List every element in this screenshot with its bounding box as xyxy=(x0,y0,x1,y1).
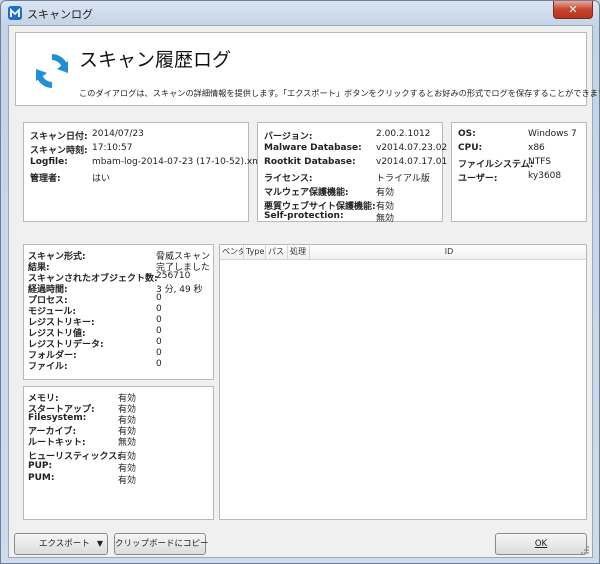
refresh-arrows-icon xyxy=(36,54,68,88)
malwarebytes-logo-icon xyxy=(8,6,22,20)
elapsed-time-value: 3 分, 49 秒 xyxy=(156,285,203,295)
objects-scanned-value: 256710 xyxy=(156,271,191,281)
admin-label: 管理者: xyxy=(30,174,61,184)
page-title: スキャン履歴ログ xyxy=(79,49,232,71)
rootkit-label: ルートキット: xyxy=(28,438,86,448)
cpu-value: x86 xyxy=(528,143,545,153)
export-button-label: エクスポート xyxy=(39,539,90,549)
scan-info-panel: スキャン日付: 2014/07/23 スキャン時刻: 17:10:57 Logf… xyxy=(23,122,263,222)
registry-keys-value: 0 xyxy=(156,315,162,325)
admin-value: はい xyxy=(92,174,111,184)
copy-to-clipboard-button[interactable]: クリップボードにコピー xyxy=(114,533,209,555)
column-vendor[interactable]: ベンダー xyxy=(220,245,244,260)
rootkit-value: 無効 xyxy=(118,438,137,448)
pup-label: PUP: xyxy=(28,461,53,471)
scan-options-panel: メモリ: 有効 スタートアップ: 有効 Filesystem: 有効 アーカイブ… xyxy=(23,386,214,520)
ok-button-label: OK xyxy=(534,539,548,549)
scan-time-value: 17:10:57 xyxy=(92,143,133,153)
malware-protection-value: 有効 xyxy=(376,188,395,198)
pum-label: PUM: xyxy=(28,473,55,483)
os-value: Windows 7 xyxy=(528,129,577,139)
chevron-down-icon[interactable]: ▼ xyxy=(97,534,103,554)
version-label: バージョン: xyxy=(264,132,313,142)
cpu-label: CPU: xyxy=(458,143,483,153)
filesystem-label: ファイルシステム: xyxy=(458,160,534,170)
filesystem-value: NTFS xyxy=(528,157,551,167)
pum-value: 有効 xyxy=(118,476,137,486)
logfile-label: Logfile: xyxy=(30,157,68,167)
folders-value: 0 xyxy=(156,348,162,358)
system-info-panel: OS: Windows 7 CPU: x86 ファイルシステム: NTFS ユー… xyxy=(451,122,587,222)
resize-grip-icon[interactable] xyxy=(580,545,590,555)
scan-log-window: スキャンログ ✕ スキャン履歴ログ このダイアログは、スキャンの詳細情報を提供し… xyxy=(0,0,600,564)
malware-db-value: v2014.07.23.02 xyxy=(376,143,448,153)
close-button[interactable]: ✕ xyxy=(553,1,593,19)
ok-button[interactable]: OK xyxy=(495,533,587,555)
license-value: トライアル版 xyxy=(376,174,430,184)
registry-data-value: 0 xyxy=(156,337,162,347)
user-label: ユーザー: xyxy=(458,174,498,184)
table-header: ベンダー Type パス 処理 ID xyxy=(220,245,586,260)
version-value: 2.00.2.1012 xyxy=(376,129,431,139)
detections-table[interactable]: ベンダー Type パス 処理 ID xyxy=(219,244,587,520)
column-path[interactable]: パス xyxy=(266,245,288,260)
title-bar[interactable]: スキャンログ ✕ xyxy=(1,1,599,25)
dialog-body: スキャン履歴ログ このダイアログは、スキャンの詳細情報を提供します。「エクスポー… xyxy=(8,25,600,558)
self-protection-label: Self-protection: xyxy=(264,211,344,221)
version-info-panel: バージョン: 2.00.2.1012 Malware Database: v20… xyxy=(257,122,447,224)
column-id[interactable]: ID xyxy=(310,245,586,260)
page-description: このダイアログは、スキャンの詳細情報を提供します。「エクスポート」ボタンをクリッ… xyxy=(79,88,600,98)
rootkit-db-label: Rootkit Database: xyxy=(264,157,356,167)
malware-db-label: Malware Database: xyxy=(264,143,362,153)
processes-value: 0 xyxy=(156,293,162,303)
column-action[interactable]: 処理 xyxy=(288,245,310,260)
logfile-value: mbam-log-2014-07-23 (17-10-52).xml xyxy=(92,157,264,167)
files-value: 0 xyxy=(156,359,162,369)
os-label: OS: xyxy=(458,129,476,139)
column-type[interactable]: Type xyxy=(244,245,266,260)
modules-value: 0 xyxy=(156,304,162,314)
scan-date-label: スキャン日付: xyxy=(30,132,88,142)
scan-time-label: スキャン時刻: xyxy=(30,146,88,156)
files-label: ファイル: xyxy=(28,362,68,372)
header-panel: スキャン履歴ログ このダイアログは、スキャンの詳細情報を提供します。「エクスポー… xyxy=(15,32,600,106)
license-label: ライセンス: xyxy=(264,174,313,184)
rootkit-db-value: v2014.07.17.01 xyxy=(376,157,448,167)
user-value: ky3608 xyxy=(528,171,562,181)
export-button[interactable]: エクスポート ▼ xyxy=(14,533,108,555)
registry-values-value: 0 xyxy=(156,326,162,336)
filesystem-option-label: Filesystem: xyxy=(28,413,87,423)
scan-stats-panel: スキャン形式: 脅威スキャン 結果: 完了しました スキャンされたオブジェクト数… xyxy=(23,244,214,380)
self-protection-value: 無効 xyxy=(376,214,395,224)
scan-date-value: 2014/07/23 xyxy=(92,129,144,139)
malware-protection-label: マルウェア保護機能: xyxy=(264,188,349,198)
window-title: スキャンログ xyxy=(27,8,93,21)
